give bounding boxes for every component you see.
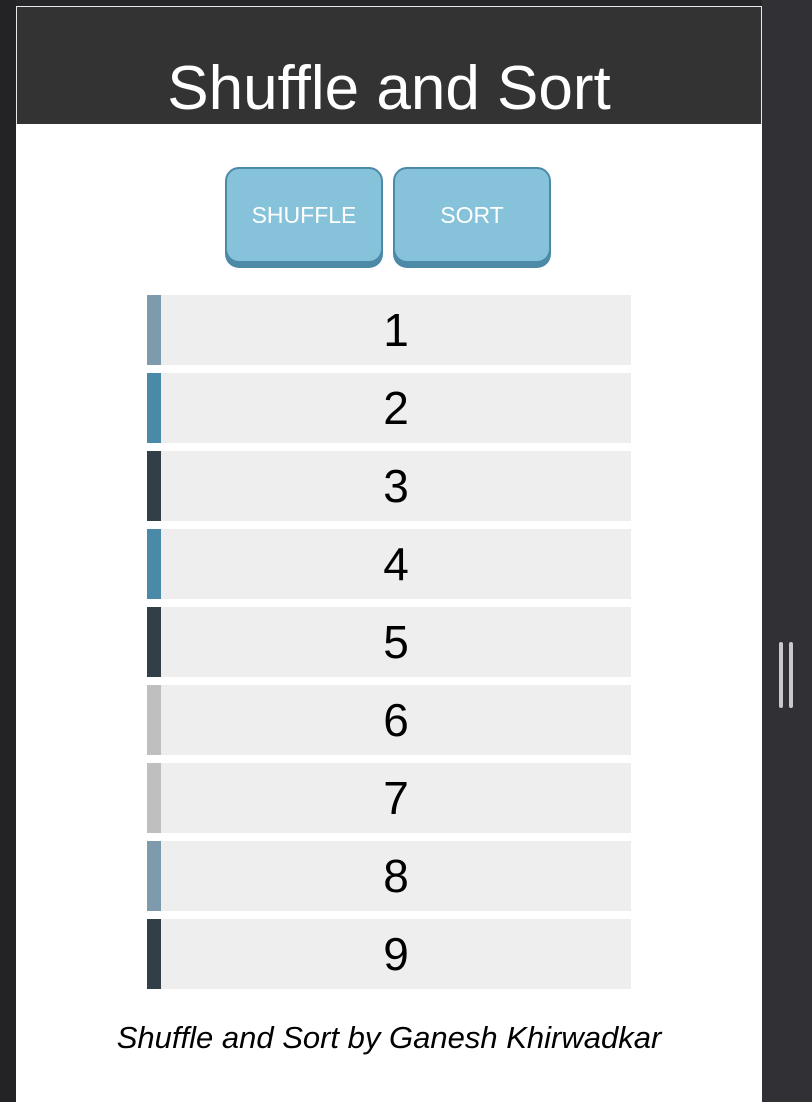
footer-credit: Shuffle and Sort by Ganesh Khirwadkar	[116, 1020, 662, 1055]
left-gutter	[0, 0, 16, 1102]
item-number: 9	[383, 928, 409, 980]
page-title: Shuffle and Sort	[167, 54, 611, 123]
color-stripe	[147, 685, 161, 755]
list-item: 2	[147, 373, 631, 443]
grip-line	[779, 642, 783, 708]
resize-handle-icon[interactable]	[779, 642, 793, 708]
color-stripe	[147, 373, 161, 443]
list-item: 7	[147, 763, 631, 833]
list-item: 9	[147, 919, 631, 989]
color-stripe	[147, 919, 161, 989]
list-item: 3	[147, 451, 631, 521]
item-number: 6	[383, 694, 409, 746]
color-stripe	[147, 529, 161, 599]
color-stripe	[147, 841, 161, 911]
item-number: 1	[383, 304, 409, 356]
app-frame: Shuffle and Sort SHUFFLE SORT 123456789 …	[16, 6, 762, 1102]
list-item: 8	[147, 841, 631, 911]
number-list: 1 2 3 4 5 6 7 8 9	[147, 295, 631, 997]
item-number: 3	[383, 460, 409, 512]
list-item: 6	[147, 685, 631, 755]
item-number: 2	[383, 382, 409, 434]
list-item: 1	[147, 295, 631, 365]
color-stripe	[147, 451, 161, 521]
shuffle-button[interactable]: SHUFFLE	[225, 167, 383, 263]
list-item: 5	[147, 607, 631, 677]
item-number: 8	[383, 850, 409, 902]
sort-button[interactable]: SORT	[393, 167, 551, 263]
list-item: 4	[147, 529, 631, 599]
color-stripe	[147, 295, 161, 365]
color-stripe	[147, 607, 161, 677]
color-stripe	[147, 763, 161, 833]
grip-line	[789, 642, 793, 708]
app-header: Shuffle and Sort	[16, 6, 762, 124]
item-number: 5	[383, 616, 409, 668]
side-panel	[762, 0, 812, 1102]
item-number: 7	[383, 772, 409, 824]
item-number: 4	[383, 538, 409, 590]
